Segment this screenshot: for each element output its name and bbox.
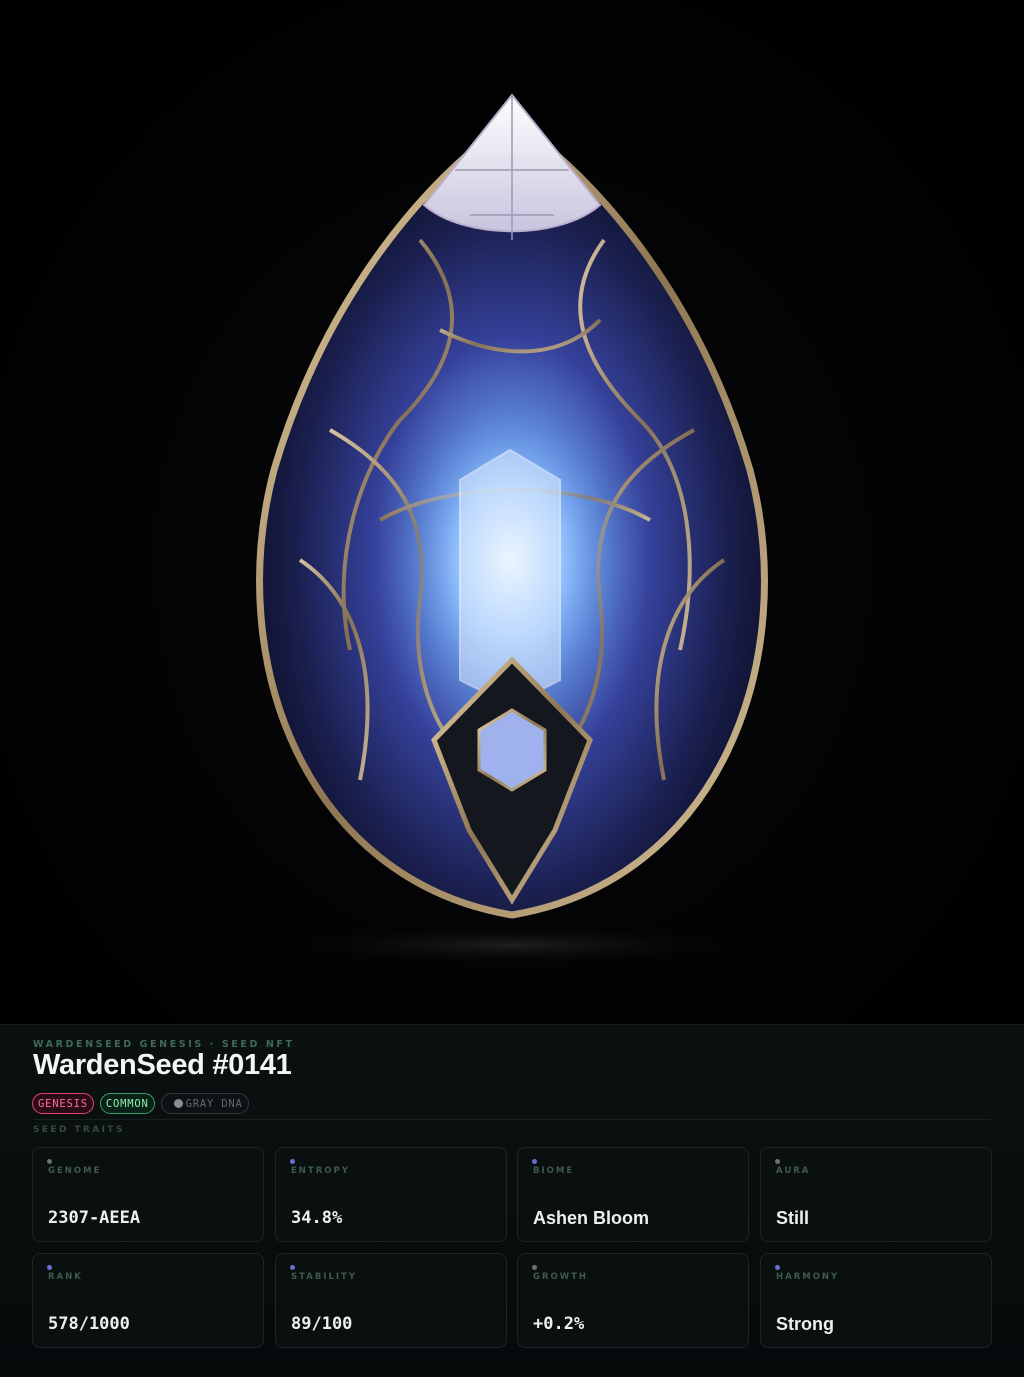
trait-label: STABILITY [291,1272,358,1282]
trait-dot-icon [47,1265,52,1270]
trait-value: +0.2% [533,1314,585,1334]
trait-label: BIOME [533,1166,575,1176]
trait-value: 2307-AEEA [48,1208,141,1228]
trait-label: AURA [776,1166,811,1176]
tag-row: GENESIS COMMON GRAY DNA [32,1093,249,1114]
seed-artwork [0,0,1024,1024]
dna-badge-label: GRAY DNA [185,1097,243,1110]
trait-card-rank: RANK 578/1000 [32,1253,264,1348]
genesis-badge: GENESIS [32,1093,94,1114]
trait-label: RANK [48,1272,83,1282]
trait-value: Ashen Bloom [533,1208,650,1228]
divider [33,1119,991,1120]
trait-label: GROWTH [533,1272,589,1282]
trait-card-stability: STABILITY 89/100 [275,1253,507,1348]
dna-badge: GRAY DNA [160,1093,249,1114]
trait-dot-icon [290,1265,295,1270]
rarity-badge: COMMON [99,1093,155,1114]
crystal-seed-egg-image [252,93,772,967]
trait-dot-icon [290,1159,295,1164]
trait-dot-icon [775,1265,780,1270]
trait-dot-icon [47,1159,52,1164]
trait-card-genome: GENOME 2307-AEEA [32,1147,264,1242]
trait-label: HARMONY [776,1272,840,1282]
trait-card-growth: GROWTH +0.2% [517,1253,749,1348]
seed-info-panel: WARDENSEED GENESIS · SEED NFT WardenSeed… [0,1024,1024,1377]
page-title: WardenSeed #0141 [33,1049,292,1081]
trait-dot-icon [532,1159,537,1164]
trait-dot-icon [532,1265,537,1270]
trait-value: 89/100 [291,1314,353,1334]
trait-dot-icon [775,1159,780,1164]
trait-value: 34.8% [291,1208,343,1228]
trait-value: Still [776,1208,810,1228]
section-label-traits: SEED TRAITS [33,1125,125,1135]
trait-card-entropy: ENTROPY 34.8% [275,1147,507,1242]
trait-card-biome: BIOME Ashen Bloom [517,1147,749,1242]
dna-dot-icon [173,1099,183,1108]
trait-label: ENTROPY [291,1166,350,1176]
trait-card-harmony: HARMONY Strong [760,1253,992,1348]
trait-value: Strong [776,1314,834,1334]
trait-value: 578/1000 [48,1314,130,1334]
trait-label: GENOME [48,1166,102,1176]
trait-card-aura: AURA Still [760,1147,992,1242]
